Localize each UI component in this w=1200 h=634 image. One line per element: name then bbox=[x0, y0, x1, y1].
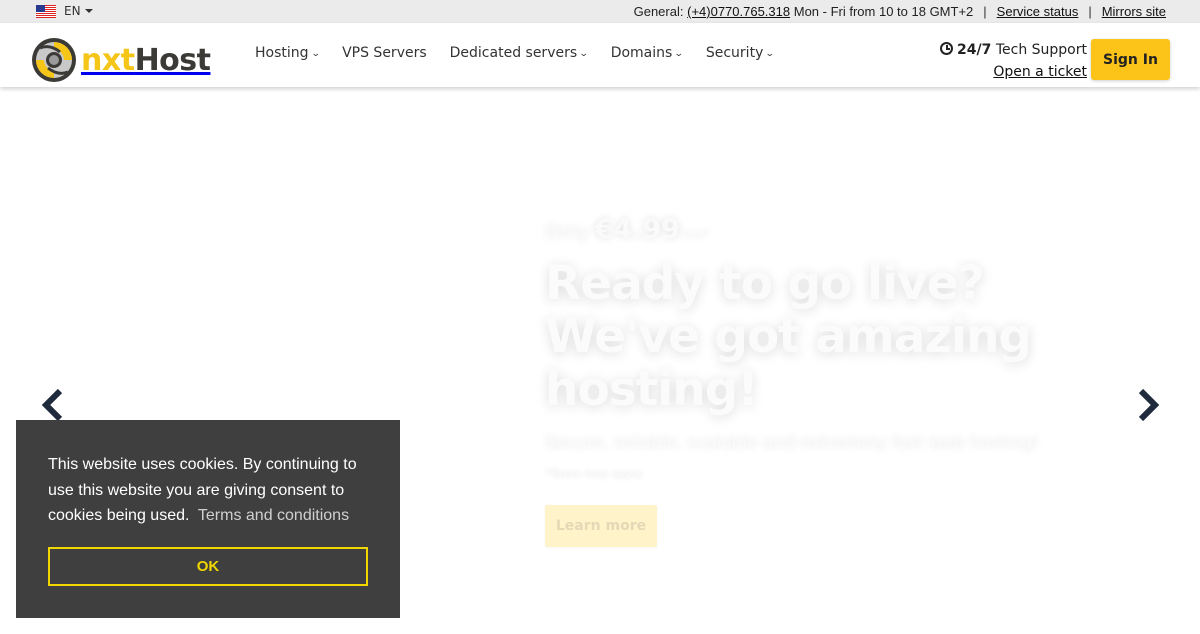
logo-swirl-icon bbox=[32, 38, 76, 82]
us-flag-icon bbox=[36, 4, 56, 18]
nav-hosting[interactable]: Hosting ⌄ bbox=[255, 45, 321, 61]
support-label: Tech Support bbox=[995, 42, 1087, 58]
cookie-ok-button[interactable]: OK bbox=[48, 547, 368, 586]
nav-domains[interactable]: Domains ⌄ bbox=[610, 45, 684, 61]
language-code: EN bbox=[64, 4, 81, 18]
nav-label: VPS Servers bbox=[342, 45, 427, 61]
tax-note: *Taxes may apply. bbox=[545, 466, 644, 479]
divider: | bbox=[983, 4, 987, 19]
language-selector[interactable]: EN bbox=[36, 4, 93, 18]
headline-line: hosting! bbox=[545, 362, 759, 417]
price-prefix: Only bbox=[545, 221, 589, 243]
sign-in-button[interactable]: Sign In bbox=[1091, 39, 1170, 80]
nav-label: Security bbox=[705, 45, 764, 61]
nav-label: Hosting bbox=[255, 45, 309, 61]
logo[interactable]: nxtHost bbox=[30, 36, 211, 84]
service-status-link[interactable]: Service status bbox=[997, 4, 1079, 19]
top-bar: EN General: (+4)0770.765.318 Mon - Fri f… bbox=[0, 0, 1200, 23]
nav-label: Domains bbox=[610, 45, 673, 61]
headline-line: Ready to go live? bbox=[545, 256, 985, 311]
price-amount: €4.99 bbox=[594, 214, 680, 245]
nav-dedicated-servers[interactable]: Dedicated servers ⌄ bbox=[449, 45, 589, 61]
headline-line: We've got amazing bbox=[545, 309, 1032, 364]
divider: | bbox=[1088, 4, 1092, 19]
hero-slide: Only €4.99/mo* Ready to go live? We've g… bbox=[545, 214, 1065, 547]
cookie-message: This website uses cookies. By continuing… bbox=[48, 452, 378, 529]
open-ticket-link[interactable]: Open a ticket bbox=[993, 64, 1087, 80]
phone-link[interactable]: (+4)0770.765.318 bbox=[687, 4, 790, 19]
price-period: /mo* bbox=[679, 227, 710, 241]
chevron-left-icon[interactable] bbox=[38, 387, 66, 423]
caret-down-icon bbox=[84, 9, 93, 13]
learn-more-button[interactable]: Learn more bbox=[545, 505, 657, 547]
hero-headline: Ready to go live? We've got amazing host… bbox=[545, 257, 1065, 416]
contact-info: General: (+4)0770.765.318 Mon - Fri from… bbox=[634, 4, 1166, 19]
chevron-down-icon: ⌄ bbox=[674, 48, 684, 59]
chevron-down-icon: ⌄ bbox=[765, 48, 776, 59]
hero-subtitle: Secure, reliable, scalable and extremely… bbox=[545, 432, 1040, 452]
general-label: General: bbox=[633, 4, 684, 19]
support-hours: Mon - Fri from 10 to 18 GMT+2 bbox=[793, 4, 974, 19]
cookie-banner: This website uses cookies. By continuing… bbox=[16, 420, 400, 618]
chevron-down-icon: ⌄ bbox=[310, 48, 321, 59]
support-line: 24/7 Tech Support bbox=[940, 39, 1087, 61]
chevron-down-icon: ⌄ bbox=[579, 48, 589, 59]
terms-link[interactable]: Terms and conditions bbox=[198, 507, 349, 524]
logo-text: nxtHost bbox=[81, 42, 211, 78]
nav-label: Dedicated servers bbox=[449, 45, 578, 61]
main-header: nxtHost Hosting ⌄ VPS Servers Dedicated s… bbox=[0, 23, 1200, 87]
nav-vps-servers[interactable]: VPS Servers bbox=[342, 45, 427, 61]
chevron-right-icon[interactable] bbox=[1135, 387, 1163, 423]
nav-security[interactable]: Security ⌄ bbox=[705, 45, 776, 61]
price-tag: Only €4.99/mo* bbox=[545, 214, 1065, 245]
tech-support: 24/7 Tech Support Open a ticket bbox=[940, 39, 1087, 83]
main-nav: Hosting ⌄ VPS Servers Dedicated servers ⌄ … bbox=[255, 45, 776, 61]
clock-icon bbox=[940, 42, 954, 55]
mirrors-site-link[interactable]: Mirrors site bbox=[1102, 4, 1166, 19]
support-hours-bold: 24/7 bbox=[957, 42, 992, 58]
